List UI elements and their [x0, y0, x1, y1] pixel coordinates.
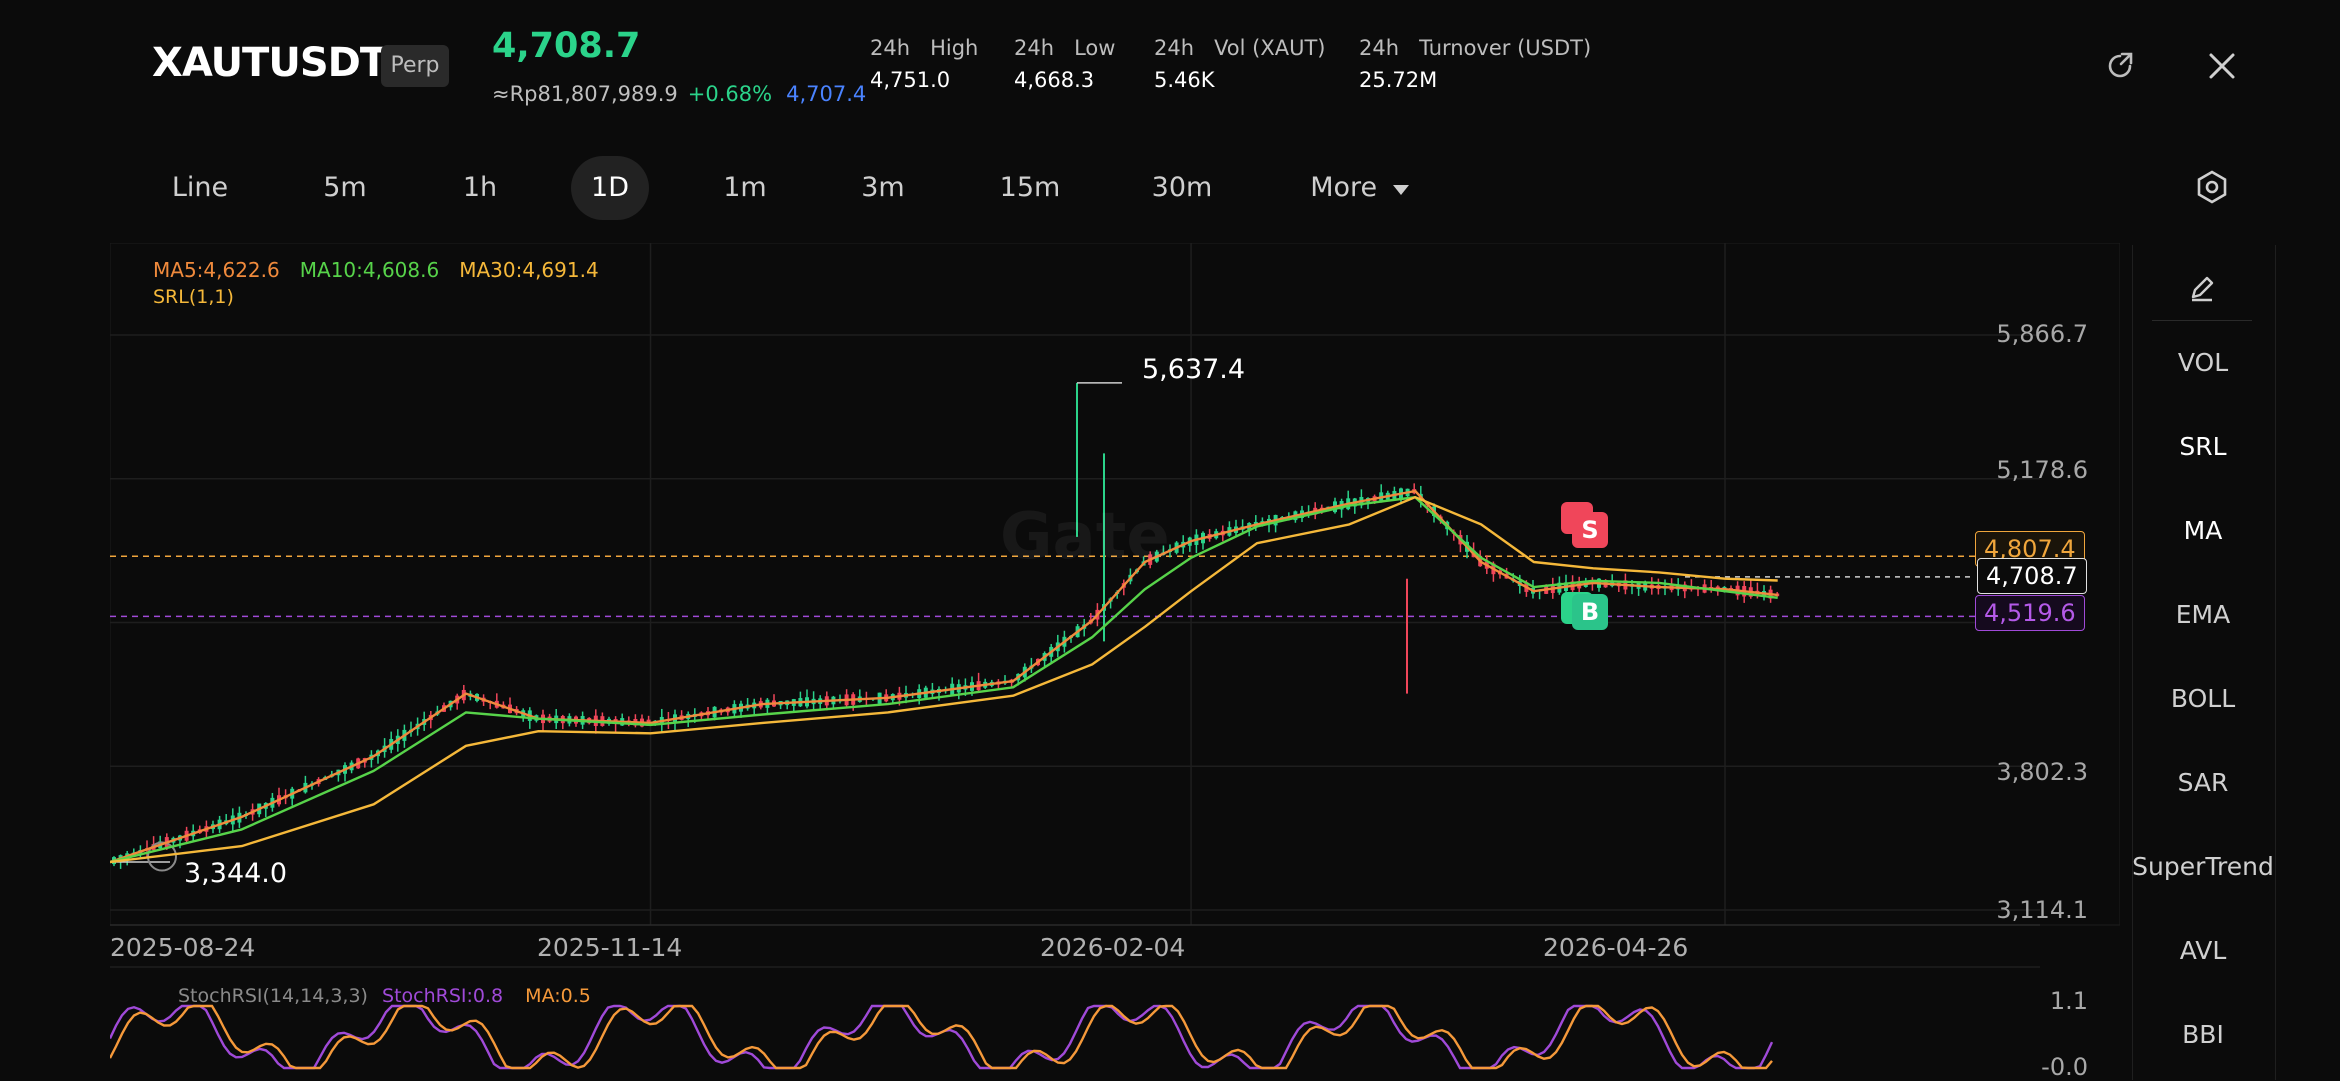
low-price-label: 3,344.0 — [184, 858, 288, 889]
stoch-params: StochRSI(14,14,3,3) — [178, 985, 368, 1007]
change-percent: +0.68% — [687, 82, 773, 106]
share-icon[interactable] — [2098, 44, 2142, 88]
contract-type-badge: Perp — [381, 45, 449, 87]
y-axis-label: 5,178.6 — [1996, 456, 2088, 484]
caret-down-icon — [1392, 185, 1409, 195]
indicator-ema[interactable]: EMA — [2132, 600, 2274, 629]
ma10-line — [110, 495, 1778, 864]
stoch-axis-label: -0.0 — [2041, 1053, 2088, 1081]
last-price: 4,708.7 — [492, 26, 641, 66]
x-axis-label: 2026-04-26 — [1543, 933, 1689, 962]
tab-1m[interactable]: 1m — [710, 156, 780, 220]
legend-srl: SRL(1,1) — [153, 286, 234, 308]
tab-5m[interactable]: 5m — [310, 156, 380, 220]
high-price-label: 5,637.4 — [1142, 354, 1246, 385]
chart-frame — [110, 243, 2120, 926]
indicator-srl[interactable]: SRL — [2132, 432, 2274, 461]
stoch-ma: MA:0.5 — [525, 985, 591, 1007]
indicator-vol[interactable]: VOL — [2132, 348, 2274, 377]
stoch-axis-label: 1.1 — [2049, 987, 2088, 1015]
stat-24h-turnover: 24h Turnover (USDT) 25.72M — [1359, 36, 1592, 92]
draw-pencil-icon[interactable] — [2180, 266, 2224, 310]
legend-ma30: MA30:4,691.4 — [459, 258, 599, 282]
stoch-k-line — [110, 1004, 1774, 1070]
tab-3m[interactable]: 3m — [848, 156, 918, 220]
ma30-line — [110, 495, 1778, 864]
close-icon[interactable] — [2200, 44, 2244, 88]
tab-1h[interactable]: 1h — [445, 156, 515, 220]
legend-ma10: MA10:4,608.6 — [299, 258, 440, 282]
more-label: More — [1310, 172, 1378, 203]
stat-24h-high: 24h High 4,751.0 — [870, 36, 979, 92]
more-dropdown[interactable]: More — [1300, 156, 1420, 220]
x-axis-label: 2025-11-14 — [537, 933, 683, 962]
stoch-d-line — [110, 1004, 1773, 1070]
ma5-line — [110, 489, 1778, 864]
tab-1d[interactable]: 1D — [571, 156, 649, 220]
legend-ma5: MA5:4,622.6 — [153, 258, 280, 282]
tab-30m[interactable]: 30m — [1142, 156, 1222, 220]
buy-marker[interactable]: B — [1572, 594, 1608, 630]
indicator-bbi[interactable]: BBI — [2132, 1020, 2274, 1049]
hexagon-settings-icon[interactable] — [2190, 165, 2234, 209]
indicator-sar[interactable]: SAR — [2132, 768, 2274, 797]
x-axis-label: 2025-08-24 — [110, 933, 256, 962]
tab-15m[interactable]: 15m — [990, 156, 1070, 220]
idr-price: ≈Rp81,807,989.9 — [492, 82, 678, 106]
indicator-boll[interactable]: BOLL — [2132, 684, 2274, 713]
stoch-value: StochRSI:0.8 — [382, 985, 504, 1007]
y-axis-label: 5,866.7 — [1996, 320, 2088, 348]
x-axis-label: 2026-02-04 — [1040, 933, 1186, 962]
support-price-tag: 4,519.6 — [1975, 595, 2085, 631]
panel-divider — [2152, 320, 2252, 321]
indicator-supertrend[interactable]: SuperTrend — [2132, 852, 2274, 881]
sell-marker[interactable]: S — [1572, 512, 1608, 548]
indicator-ma[interactable]: MA — [2132, 516, 2274, 545]
current-price-tag: 4,708.7 — [1977, 558, 2087, 594]
y-axis-label: 3,114.1 — [1996, 896, 2088, 924]
y-axis-label: 3,802.3 — [1996, 758, 2088, 786]
mark-price: 4,707.4 — [786, 82, 867, 106]
tab-line[interactable]: Line — [160, 156, 240, 220]
indicator-avl[interactable]: AVL — [2132, 936, 2274, 965]
gate-watermark: Gate — [1000, 500, 1170, 574]
stat-24h-volume: 24h Vol (XAUT) 5.46K — [1154, 36, 1326, 92]
stat-24h-low: 24h Low 4,668.3 — [1014, 36, 1116, 92]
stoch-legend: StochRSI(14,14,3,3) StochRSI:0.8 MA:0.5 — [178, 985, 591, 1007]
ma-legend: MA5:4,622.6 MA10:4,608.6 MA30:4,691.4 SRL(… — [153, 258, 619, 308]
symbol-title: XAUTUSDT — [152, 40, 387, 86]
price-subline: ≈Rp81,807,989.9 +0.68% 4,707.4 — [492, 82, 866, 106]
